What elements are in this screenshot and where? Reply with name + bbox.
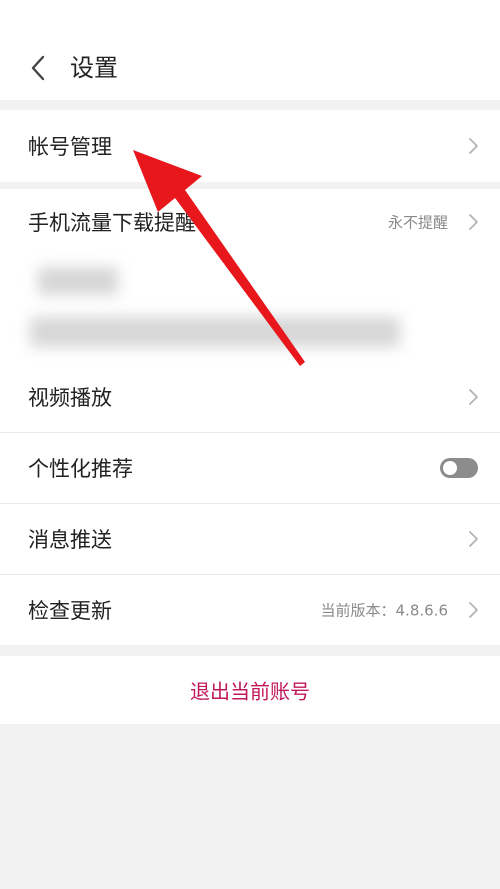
- chevron-right-icon: [469, 389, 478, 405]
- logout-button[interactable]: 退出当前账号: [0, 656, 500, 724]
- toggle-knob: [443, 461, 457, 475]
- blurred-section: [0, 255, 500, 362]
- personalized-recommendation-toggle[interactable]: [440, 458, 478, 478]
- account-management-item[interactable]: 帐号管理: [0, 110, 500, 182]
- personalized-recommendation-label: 个性化推荐: [28, 457, 133, 481]
- mobile-data-reminder-item[interactable]: 手机流量下载提醒 永不提醒: [0, 189, 500, 255]
- logout-label: 退出当前账号: [190, 679, 310, 704]
- chevron-right-icon: [469, 531, 478, 547]
- chevron-right-icon: [469, 214, 478, 230]
- personalized-recommendation-item: 个性化推荐: [0, 433, 500, 503]
- mobile-data-reminder-value: 永不提醒: [387, 213, 448, 232]
- message-push-label: 消息推送: [28, 528, 112, 552]
- blurred-text: [30, 317, 400, 347]
- account-management-label: 帐号管理: [28, 135, 112, 159]
- mobile-data-reminder-label: 手机流量下载提醒: [28, 211, 196, 235]
- header-bar: 设置: [0, 0, 500, 100]
- page-title: 设置: [70, 54, 118, 82]
- message-push-item[interactable]: 消息推送: [0, 504, 500, 574]
- chevron-right-icon: [469, 138, 478, 154]
- video-playback-label: 视频播放: [28, 386, 112, 410]
- check-update-item[interactable]: 检查更新 当前版本：4.8.6.6: [0, 575, 500, 645]
- blurred-heading: [38, 267, 118, 295]
- current-version-value: 当前版本：4.8.6.6: [320, 601, 448, 620]
- back-button[interactable]: [18, 48, 58, 88]
- chevron-right-icon: [469, 602, 478, 618]
- video-playback-item[interactable]: 视频播放: [0, 362, 500, 432]
- chevron-left-icon: [31, 55, 45, 81]
- check-update-label: 检查更新: [28, 599, 112, 623]
